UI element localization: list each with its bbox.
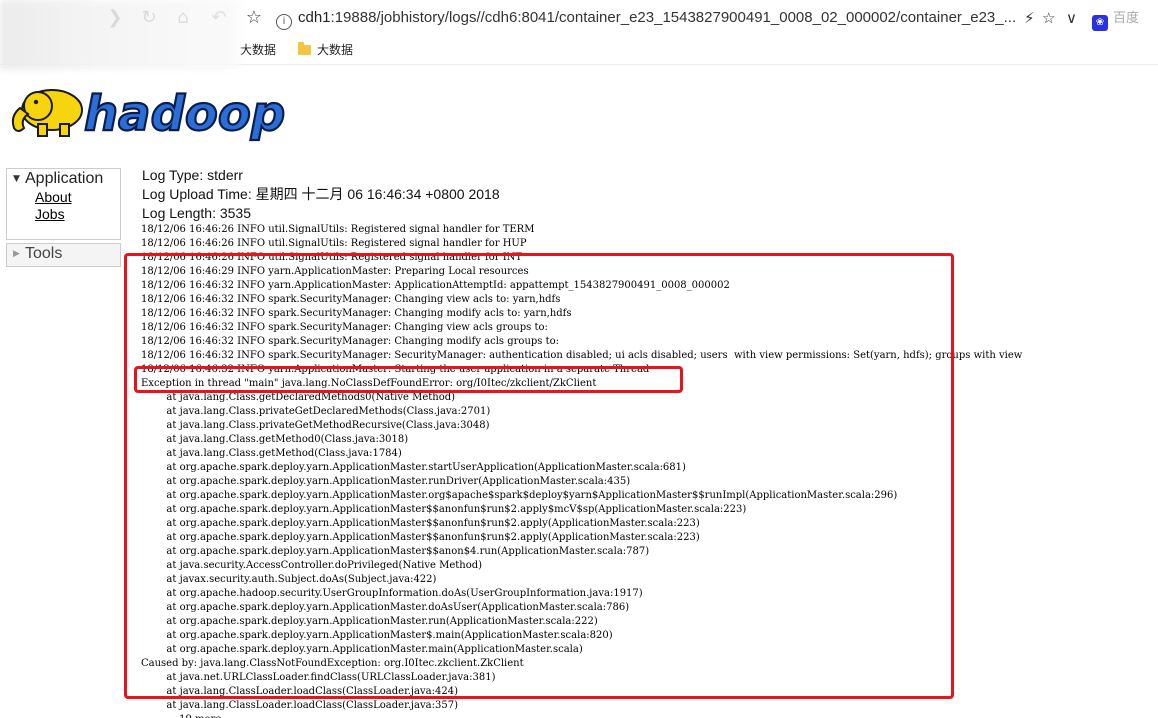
star-icon[interactable]: ☆: [1042, 8, 1055, 28]
log-upload-time: Log Upload Time: 星期四 十二月 06 16:46:34 +08…: [142, 185, 500, 204]
url-host: cdh1: [298, 9, 331, 26]
baidu-paw-icon: ❀: [1092, 15, 1108, 31]
log-line: 18/12/06 16:46:26 INFO util.SignalUtils:…: [141, 224, 535, 235]
log-length-value: 3535: [219, 205, 252, 221]
nav-tools-header[interactable]: ▶ Tools: [7, 244, 120, 264]
elephant-icon: [11, 89, 83, 137]
annotation-box-stacktrace: [124, 253, 954, 699]
dropdown-icon[interactable]: ∨: [1066, 8, 1077, 28]
triangle-down-icon: ▼: [13, 174, 20, 184]
search-engine-label: 百度: [1113, 10, 1140, 25]
address-bar[interactable]: i cdh1:19888/jobhistory/logs//cdh6:8041/c…: [276, 6, 1034, 30]
info-icon[interactable]: i: [276, 14, 292, 30]
bookmark-label: 大数据: [240, 43, 277, 57]
log-line: at java.lang.ClassLoader.loadClass(Class…: [141, 700, 458, 711]
nav-application-header[interactable]: ▼ Application: [7, 169, 120, 189]
nav-link-jobs[interactable]: Jobs: [35, 206, 120, 223]
triangle-right-icon: ▶: [13, 249, 20, 259]
log-type: Log Type: stderr: [142, 166, 243, 185]
log-length-label: Log Length:: [142, 205, 216, 221]
hadoop-logo[interactable]: hadoop: [8, 80, 308, 142]
bookmark-folder[interactable]: 大数据: [298, 41, 353, 59]
nav-application: ▼ Application About Jobs: [6, 168, 121, 240]
bookmark-star-icon[interactable]: ☆: [243, 7, 265, 29]
search-engine[interactable]: ❀ 百度: [1092, 7, 1140, 31]
log-type-value: stderr: [207, 167, 243, 183]
logo-text: hadoop: [84, 86, 285, 142]
log-length: Log Length: 3535: [142, 204, 251, 223]
bookmark-label: 大数据: [317, 43, 354, 57]
blurred-region: [0, 0, 240, 70]
nav-tools[interactable]: ▶ Tools: [6, 243, 121, 267]
nav-tools-title: Tools: [25, 245, 63, 262]
log-line: ... 19 more: [141, 713, 1158, 718]
log-type-label: Log Type:: [142, 167, 204, 183]
nav-application-title: Application: [25, 170, 104, 187]
annotation-box-exception: [134, 366, 683, 393]
lightning-icon[interactable]: ⚡: [1024, 8, 1035, 28]
log-line: 18/12/06 16:46:26 INFO util.SignalUtils:…: [141, 238, 527, 249]
nav-link-about[interactable]: About: [35, 189, 120, 206]
url-path: :19888/jobhistory/logs//cdh6:8041/contai…: [330, 9, 1017, 26]
log-upload-label: Log Upload Time:: [142, 186, 252, 202]
folder-icon: [298, 42, 311, 55]
log-upload-value: 星期四 十二月 06 16:46:34 +0800 2018: [255, 186, 500, 202]
bookmark-item[interactable]: 大数据: [240, 41, 276, 59]
